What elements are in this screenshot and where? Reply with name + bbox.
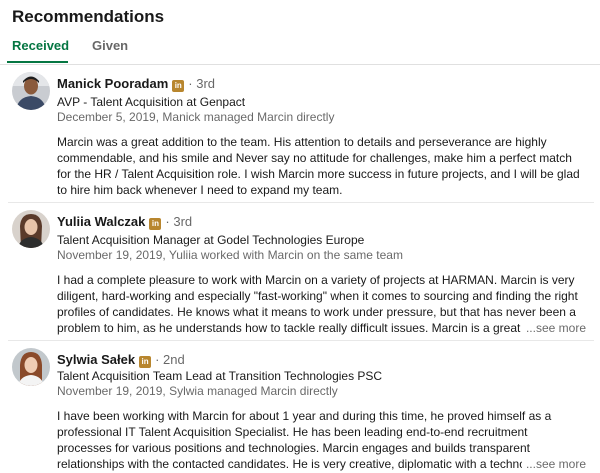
separator-dot: · — [165, 214, 170, 229]
recommender-name-line: Sylwia Sałek in · 2nd — [57, 352, 185, 368]
connection-degree: 2nd — [163, 352, 185, 367]
divider — [8, 340, 594, 341]
separator-dot: · — [155, 352, 160, 367]
recommendation-text: Marcin was a great addition to the team.… — [57, 135, 580, 197]
avatar[interactable] — [12, 348, 50, 386]
recommendation-meta: December 5, 2019, Manick managed Marcin … — [57, 110, 335, 124]
active-tab-indicator — [7, 61, 68, 63]
section-title: Recommendations — [12, 7, 165, 26]
recommender-headline: Talent Acquisition Team Lead at Transiti… — [57, 369, 383, 383]
avatar[interactable] — [12, 210, 50, 248]
recommendation-text: I have been working with Marcin for abou… — [57, 409, 571, 471]
recommendation-meta: November 19, 2019, Sylwia managed Marcin… — [57, 384, 338, 398]
recommendation-text: I had a complete pleasure to work with M… — [57, 273, 578, 335]
recommender-name[interactable]: Yuliia Walczak — [57, 214, 145, 229]
separator-dot: · — [188, 76, 193, 91]
avatar[interactable] — [12, 72, 50, 110]
linkedin-badge-icon: in — [172, 80, 185, 92]
see-more-link[interactable]: ...see more — [521, 320, 586, 336]
connection-degree: 3rd — [173, 214, 193, 229]
recommender-headline: Talent Acquisition Manager at Godel Tech… — [57, 233, 365, 247]
recommender-headline: AVP - Talent Acquisition at Genpact — [57, 95, 246, 109]
see-more-link[interactable]: ...see more — [521, 456, 586, 472]
recommender-name[interactable]: Sylwia Sałek — [57, 352, 135, 367]
recommender-name[interactable]: Manick Pooradam — [57, 76, 168, 91]
linkedin-badge-icon: in — [149, 218, 162, 230]
recommendation-meta: November 19, 2019, Yuliia worked with Ma… — [57, 248, 403, 262]
connection-degree: 3rd — [196, 76, 216, 91]
tab-given[interactable]: Given — [92, 38, 128, 53]
linkedin-badge-icon: in — [139, 356, 152, 368]
tab-bar: Received Given — [0, 36, 600, 65]
recommender-name-line: Yuliia Walczak in · 3rd — [57, 214, 192, 230]
recommender-name-line: Manick Pooradam in · 3rd — [57, 76, 215, 92]
tab-received[interactable]: Received — [12, 38, 69, 53]
divider — [8, 202, 594, 203]
